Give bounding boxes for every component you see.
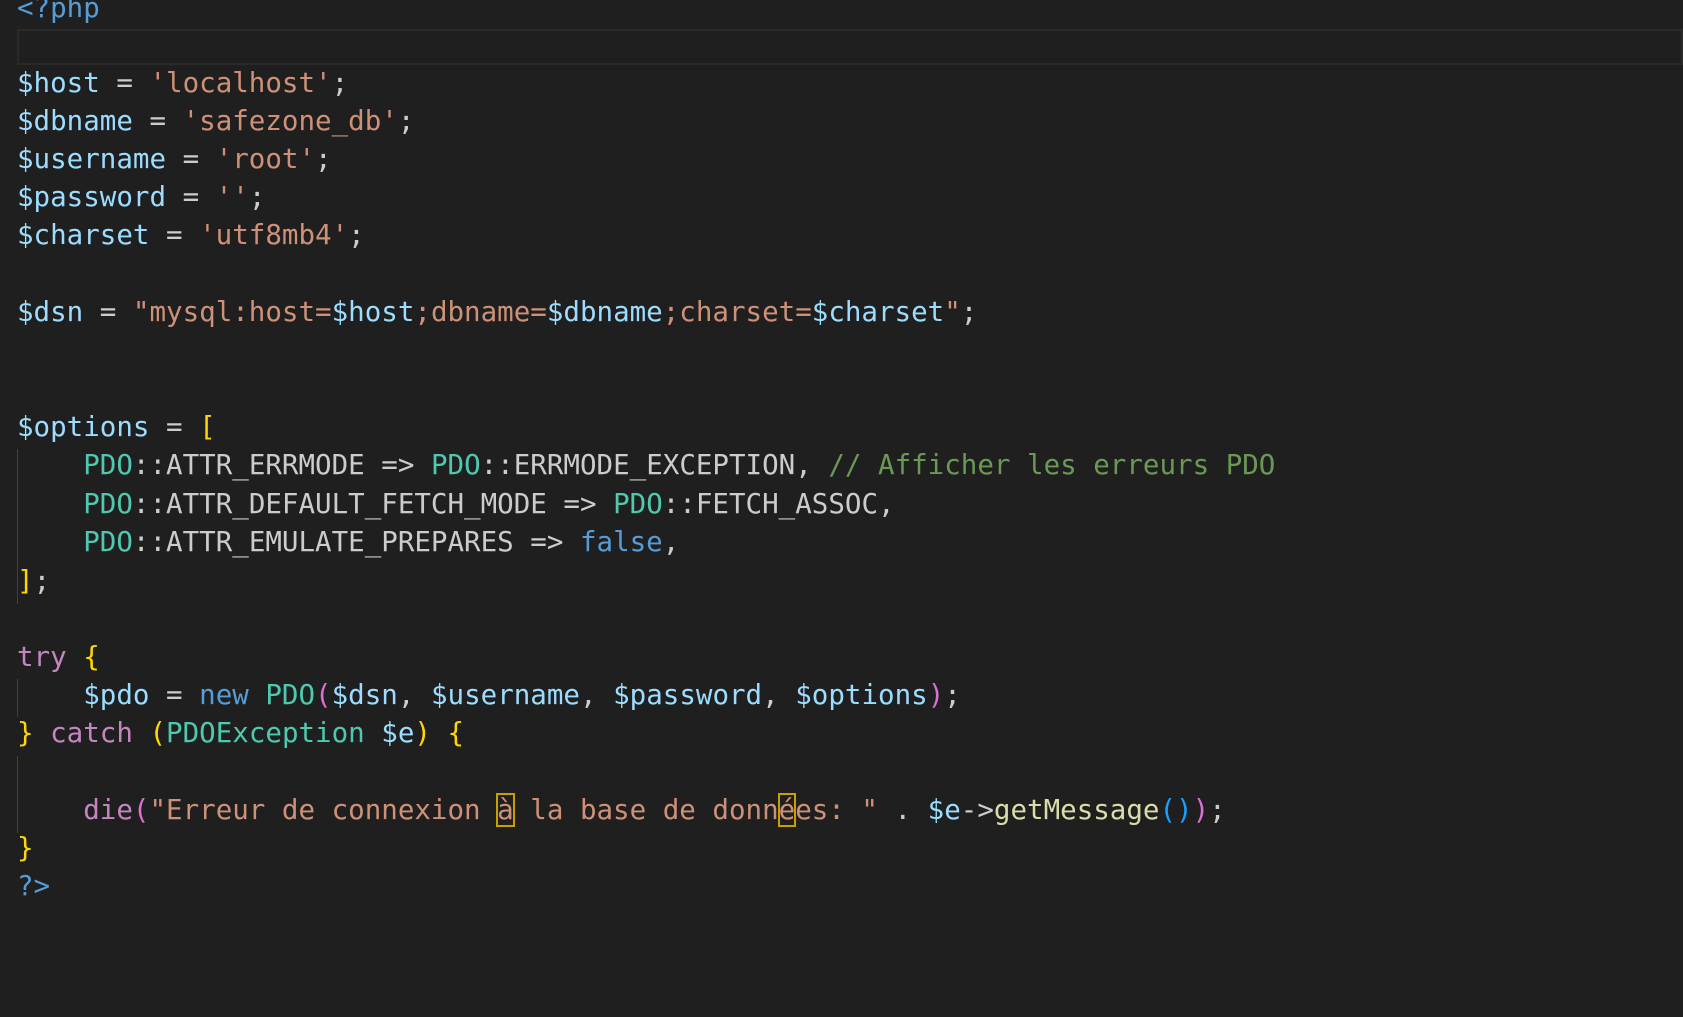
code-line-fetch: PDO::ATTR_DEFAULT_FETCH_MODE => PDO::FET… (83, 488, 895, 520)
unicode-highlight-e-acute: é (777, 793, 797, 827)
code-line-1: <?php (17, 0, 100, 24)
code-line-emulate: PDO::ATTR_EMULATE_PREPARES => false, (83, 526, 680, 558)
code-line-password: $password = ''; (17, 181, 266, 213)
code-line-options: $options = [ (17, 411, 216, 443)
code-line-catch-close: } (17, 832, 34, 864)
code-line-errmode: PDO::ATTR_ERRMODE => PDO::ERRMODE_EXCEPT… (83, 449, 1276, 481)
code-line-options-close: ]; (17, 565, 51, 597)
code-line-try: try { (17, 641, 100, 673)
code-line-die: die("Erreur de connexion à la base de do… (83, 793, 1226, 827)
code-line-host: $host = 'localhost'; (17, 67, 349, 99)
code-line-catch: } catch (PDOException $e) { (17, 717, 465, 749)
code-line-username: $username = 'root'; (17, 143, 332, 175)
unicode-highlight-a-grave: à (496, 793, 515, 827)
current-line-highlight (17, 29, 1683, 65)
code-line-pdo: $pdo = new PDO($dsn, $username, $passwor… (83, 679, 961, 711)
code-line-dsn: $dsn = "mysql:host=$host;dbname=$dbname;… (17, 296, 978, 328)
code-line-dbname: $dbname = 'safezone_db'; (17, 105, 415, 137)
code-line-charset: $charset = 'utf8mb4'; (17, 219, 365, 251)
code-line-close-tag: ?> (17, 870, 51, 902)
code-editor[interactable]: <?php $host = 'localhost'; $dbname = 'sa… (0, 0, 1683, 1017)
